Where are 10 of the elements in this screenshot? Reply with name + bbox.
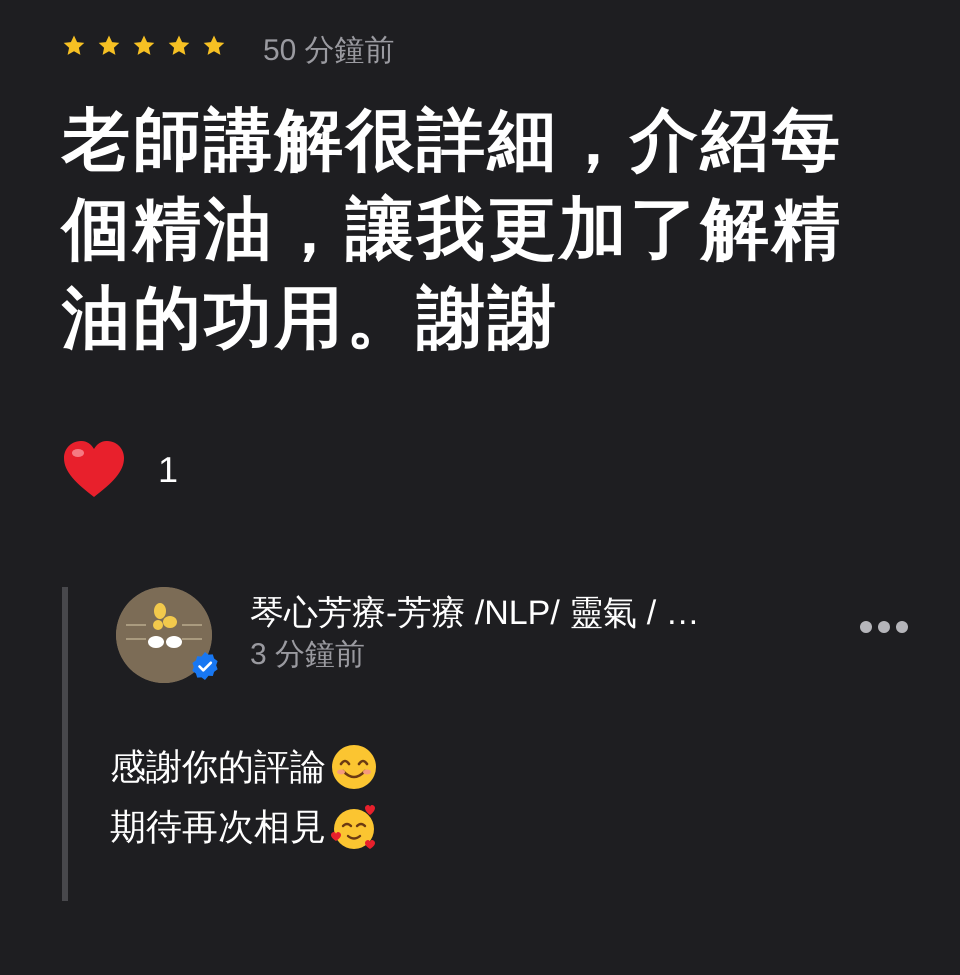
reaction-count: 1 bbox=[158, 448, 178, 492]
review-time: 50 分鐘前 bbox=[263, 32, 395, 68]
more-options-icon[interactable] bbox=[860, 621, 908, 633]
review-text: 老師講解很詳細，介紹每個精油，讓我更加了解精油的功用。謝謝 bbox=[62, 101, 844, 358]
reply-text: 期待再次相見 bbox=[110, 805, 326, 849]
reply-text: 感謝你的評論 bbox=[110, 745, 326, 789]
smiling-face-icon bbox=[330, 743, 378, 791]
smiling-face-with-hearts-icon bbox=[330, 803, 378, 851]
reply-time: 3 分鐘前 bbox=[250, 637, 366, 673]
reply-author[interactable]: 琴心芳療-芳療 /NLP/ 靈氣 / … bbox=[250, 591, 700, 635]
